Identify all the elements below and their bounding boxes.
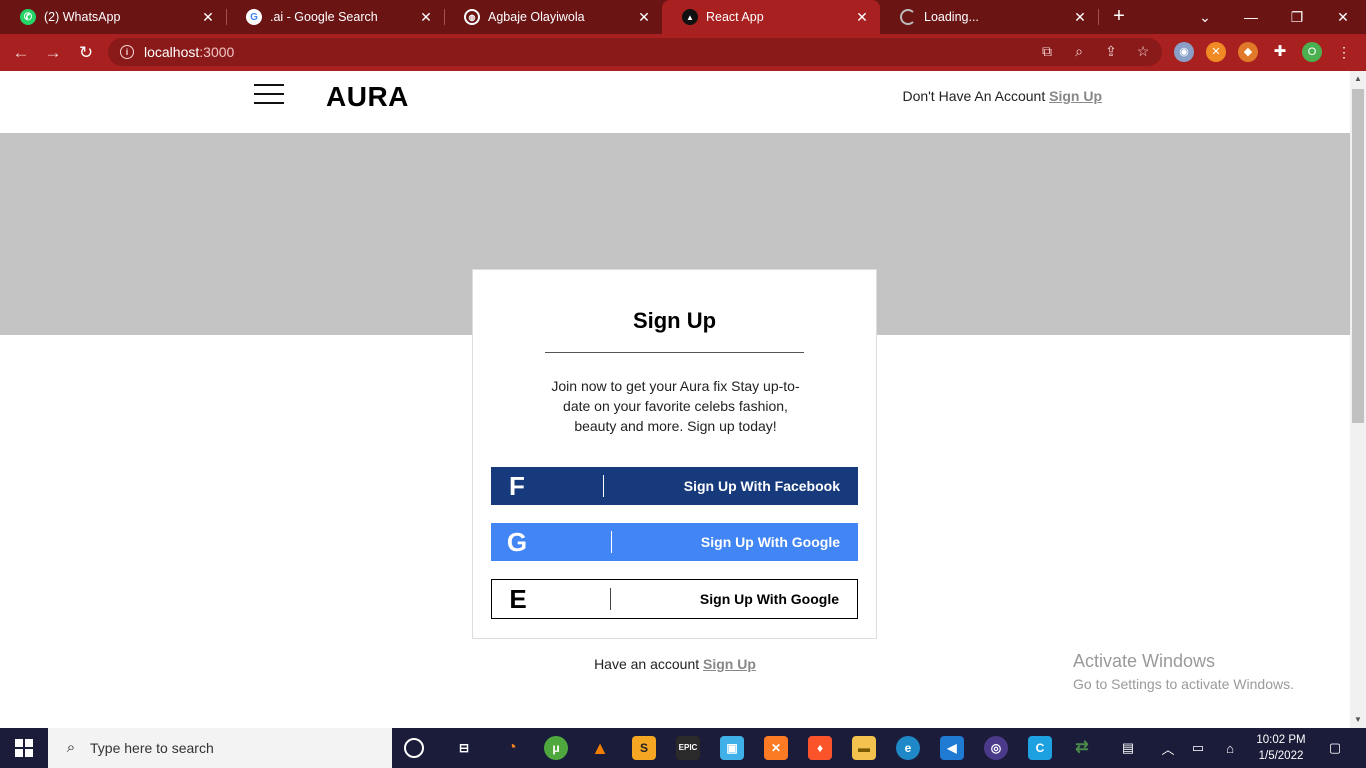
profile-avatar[interactable]: O <box>1302 42 1322 62</box>
search-icon: ⌕ <box>66 739 76 756</box>
header-sign-up-link[interactable]: Sign Up <box>1049 88 1102 104</box>
sync-icon[interactable]: ⇄ <box>1070 736 1094 760</box>
tray-chevron-up-icon[interactable]: ︿ <box>1156 728 1180 768</box>
reload-icon[interactable]: ↻ <box>75 42 97 64</box>
tab-search-chevron-icon[interactable]: ⌄ <box>1182 0 1228 34</box>
google-icon: G <box>246 9 262 25</box>
sublime-text-icon[interactable]: S <box>632 736 656 760</box>
restore-icon[interactable]: ❐ <box>1274 0 1320 34</box>
close-window-icon[interactable]: ✕ <box>1320 0 1366 34</box>
email-letter-icon: E <box>509 583 527 614</box>
taskbar-clock[interactable]: 10:02 PM 1/5/2022 <box>1248 732 1314 764</box>
extension-orange-icon[interactable]: ✕ <box>1206 42 1226 62</box>
close-tab-icon[interactable]: ✕ <box>416 9 436 26</box>
tab-separator <box>1098 9 1099 25</box>
share-icon[interactable]: ⇪ <box>1102 42 1120 60</box>
bookmark-star-icon[interactable]: ☆ <box>1134 42 1152 60</box>
cursor-app-icon[interactable]: C <box>1028 736 1052 760</box>
signup-card: Sign Up Join now to get your Aura fix St… <box>472 269 877 639</box>
new-tab-icon[interactable]: + <box>1108 5 1130 27</box>
brave-icon[interactable]: ♦ <box>808 736 832 760</box>
windows-start-icon[interactable] <box>0 728 48 768</box>
xampp-icon[interactable]: ✕ <box>764 736 788 760</box>
activate-windows-watermark: Activate Windows Go to Settings to activ… <box>1073 651 1294 692</box>
windows-taskbar: ⌕ Type here to search ⊟ ◔ μ ▲ S EPIC ▣ ✕… <box>0 728 1366 768</box>
extension-circle-icon[interactable]: ◉ <box>1174 42 1194 62</box>
chrome-icon[interactable]: ◎ <box>984 736 1008 760</box>
site-header: AURA Don't Have An Account Sign Up <box>0 71 1350 133</box>
extensions-puzzle-icon[interactable]: ✚ <box>1270 42 1290 62</box>
epic-games-icon[interactable]: EPIC <box>676 736 700 760</box>
tab-react-app[interactable]: ▲ React App ✕ <box>662 0 880 34</box>
battery-icon[interactable]: ▭ <box>1186 728 1210 768</box>
tab-loading[interactable]: Loading... ✕ <box>880 0 1098 34</box>
tab-agbaje[interactable]: ◍ Agbaje Olayiwola ✕ <box>444 0 662 34</box>
signup-email-button[interactable]: E Sign Up With Google <box>491 579 858 619</box>
scroll-up-arrow-icon[interactable]: ▲ <box>1350 71 1366 87</box>
metamask-fox-icon[interactable]: ◆ <box>1238 42 1258 62</box>
file-explorer-icon[interactable]: ▬ <box>852 736 876 760</box>
react-icon: ▲ <box>682 9 698 25</box>
signup-facebook-button[interactable]: F Sign Up With Facebook <box>491 467 858 505</box>
close-tab-icon[interactable]: ✕ <box>852 9 872 26</box>
facebook-letter-icon: F <box>509 470 525 501</box>
scrollbar-thumb[interactable] <box>1352 89 1364 423</box>
scroll-down-arrow-icon[interactable]: ▼ <box>1350 712 1366 728</box>
close-tab-icon[interactable]: ✕ <box>634 9 654 26</box>
cortana-icon[interactable] <box>404 738 424 758</box>
globe-icon: ◍ <box>464 9 480 25</box>
loading-spinner-icon <box>900 9 916 25</box>
hamburger-menu-icon[interactable] <box>254 84 284 104</box>
url-text[interactable]: localhost:3000 <box>144 44 234 60</box>
menu-kebab-icon[interactable]: ⋮ <box>1334 42 1354 62</box>
footer-sign-up-link[interactable]: Sign Up <box>703 656 756 672</box>
notification-news-icon[interactable]: ▤ <box>1112 728 1144 768</box>
app-cube-icon[interactable]: ▣ <box>720 736 744 760</box>
zoom-icon[interactable]: ⌕ <box>1070 42 1088 60</box>
signup-title: Sign Up <box>632 308 717 333</box>
action-center-icon[interactable]: ▢ <box>1320 728 1350 768</box>
back-arrow-icon[interactable]: ← <box>10 42 32 64</box>
signup-google-button[interactable]: G Sign Up With Google <box>491 523 858 561</box>
address-bar[interactable]: i localhost:3000 ⧉ ⌕ ⇪ ☆ <box>108 38 1162 66</box>
forward-arrow-icon[interactable]: → <box>42 42 64 64</box>
web-page: AURA Don't Have An Account Sign Up Sign … <box>0 71 1350 728</box>
utorrent-icon[interactable]: μ <box>544 736 568 760</box>
signup-description: Join now to get your Aura fix Stay up-to… <box>551 378 800 434</box>
tab-strip: ✆ (2) WhatsApp ✕ G .ai - Google Search ✕… <box>0 0 1366 34</box>
whatsapp-icon: ✆ <box>20 9 36 25</box>
edge-icon[interactable]: e <box>896 736 920 760</box>
open-external-icon[interactable]: ⧉ <box>1038 42 1056 60</box>
header-account-prompt: Don't Have An Account Sign Up <box>902 88 1102 104</box>
page-scrollbar[interactable]: ▲ ▼ <box>1350 71 1366 728</box>
task-view-icon[interactable]: ⊟ <box>452 736 476 760</box>
site-logo[interactable]: AURA <box>326 81 409 113</box>
close-tab-icon[interactable]: ✕ <box>198 9 218 26</box>
network-icon[interactable]: ⌂ <box>1216 728 1244 768</box>
taskbar-search-box[interactable]: ⌕ Type here to search <box>48 728 392 768</box>
minimize-icon[interactable]: — <box>1228 0 1274 34</box>
tab-whatsapp[interactable]: ✆ (2) WhatsApp ✕ <box>0 0 226 34</box>
google-letter-icon: G <box>506 526 528 557</box>
divider <box>545 352 804 353</box>
site-info-icon[interactable]: i <box>120 45 134 59</box>
blender-icon[interactable]: ◔ <box>500 736 524 760</box>
tab-google-search[interactable]: G .ai - Google Search ✕ <box>226 0 444 34</box>
vlc-icon[interactable]: ▲ <box>588 736 612 760</box>
close-tab-icon[interactable]: ✕ <box>1070 9 1090 26</box>
vscode-icon[interactable]: ◀ <box>940 736 964 760</box>
